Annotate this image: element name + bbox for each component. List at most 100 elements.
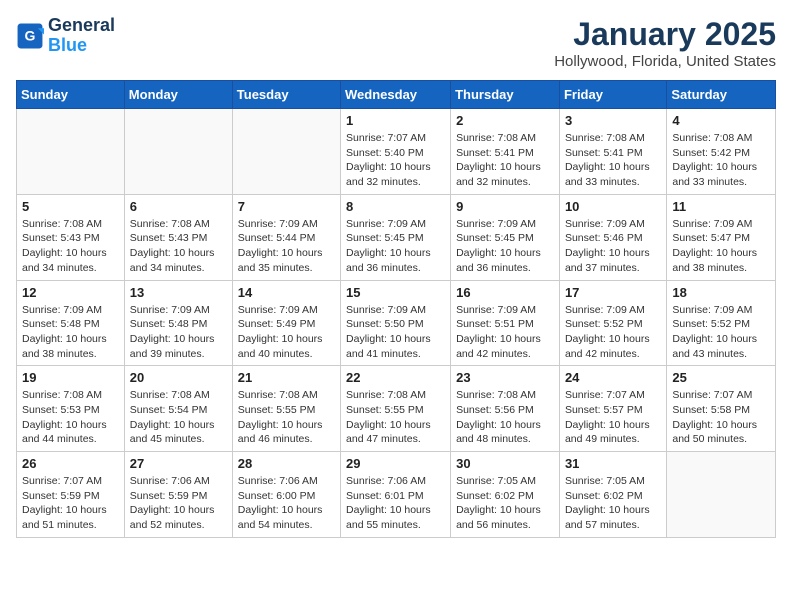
page-header: G General Blue January 2025 Hollywood, F… xyxy=(16,16,776,70)
title-section: January 2025 Hollywood, Florida, United … xyxy=(554,16,776,70)
calendar-cell: 23 Sunrise: 7:08 AMSunset: 5:56 PMDayligh… xyxy=(451,366,560,452)
column-header-monday: Monday xyxy=(124,81,232,109)
calendar-table: SundayMondayTuesdayWednesdayThursdayFrid… xyxy=(16,80,776,538)
column-header-saturday: Saturday xyxy=(667,81,776,109)
day-number: 14 xyxy=(238,285,335,300)
column-header-sunday: Sunday xyxy=(17,81,125,109)
calendar-week-row: 12 Sunrise: 7:09 AMSunset: 5:48 PMDayligh… xyxy=(17,280,776,366)
day-info: Sunrise: 7:08 AMSunset: 5:55 PMDaylight:… xyxy=(238,388,335,447)
calendar-cell: 5 Sunrise: 7:08 AMSunset: 5:43 PMDaylight… xyxy=(17,194,125,280)
day-number: 27 xyxy=(130,456,227,471)
logo-text: General Blue xyxy=(48,16,115,56)
calendar-cell: 25 Sunrise: 7:07 AMSunset: 5:58 PMDayligh… xyxy=(667,366,776,452)
calendar-week-row: 5 Sunrise: 7:08 AMSunset: 5:43 PMDaylight… xyxy=(17,194,776,280)
calendar-cell: 9 Sunrise: 7:09 AMSunset: 5:45 PMDaylight… xyxy=(451,194,560,280)
day-info: Sunrise: 7:09 AMSunset: 5:52 PMDaylight:… xyxy=(565,303,661,362)
day-info: Sunrise: 7:09 AMSunset: 5:45 PMDaylight:… xyxy=(456,217,554,276)
logo-icon: G xyxy=(16,22,44,50)
day-info: Sunrise: 7:09 AMSunset: 5:51 PMDaylight:… xyxy=(456,303,554,362)
calendar-cell: 18 Sunrise: 7:09 AMSunset: 5:52 PMDayligh… xyxy=(667,280,776,366)
day-number: 18 xyxy=(672,285,770,300)
calendar-cell: 11Sunrise: 7:09 AMSunset: 5:47 PMDayligh… xyxy=(667,194,776,280)
day-info: Sunrise: 7:07 AMSunset: 5:59 PMDaylight:… xyxy=(22,474,119,533)
day-number: 1 xyxy=(346,113,445,128)
day-info: Sunrise: 7:08 AMSunset: 5:54 PMDaylight:… xyxy=(130,388,227,447)
day-info: Sunrise: 7:09 AMSunset: 5:46 PMDaylight:… xyxy=(565,217,661,276)
calendar-cell: 20 Sunrise: 7:08 AMSunset: 5:54 PMDayligh… xyxy=(124,366,232,452)
calendar-week-row: 26 Sunrise: 7:07 AMSunset: 5:59 PMDayligh… xyxy=(17,452,776,538)
column-header-thursday: Thursday xyxy=(451,81,560,109)
day-info: Sunrise: 7:06 AMSunset: 5:59 PMDaylight:… xyxy=(130,474,227,533)
day-info: Sunrise: 7:06 AMSunset: 6:00 PMDaylight:… xyxy=(238,474,335,533)
calendar-cell: 2Sunrise: 7:08 AMSunset: 5:41 PMDaylight… xyxy=(451,109,560,195)
day-number: 21 xyxy=(238,370,335,385)
calendar-cell: 19 Sunrise: 7:08 AMSunset: 5:53 PMDayligh… xyxy=(17,366,125,452)
calendar-week-row: 19 Sunrise: 7:08 AMSunset: 5:53 PMDayligh… xyxy=(17,366,776,452)
day-info: Sunrise: 7:07 AMSunset: 5:57 PMDaylight:… xyxy=(565,388,661,447)
day-number: 12 xyxy=(22,285,119,300)
day-info: Sunrise: 7:08 AMSunset: 5:43 PMDaylight:… xyxy=(22,217,119,276)
day-info: Sunrise: 7:08 AMSunset: 5:56 PMDaylight:… xyxy=(456,388,554,447)
day-number: 25 xyxy=(672,370,770,385)
day-info: Sunrise: 7:05 AMSunset: 6:02 PMDaylight:… xyxy=(456,474,554,533)
calendar-cell: 1 Sunrise: 7:07 AMSunset: 5:40 PMDaylight… xyxy=(341,109,451,195)
day-info: Sunrise: 7:07 AMSunset: 5:40 PMDaylight:… xyxy=(346,131,445,190)
calendar-cell: 7Sunrise: 7:09 AMSunset: 5:44 PMDaylight… xyxy=(232,194,340,280)
calendar-cell: 8 Sunrise: 7:09 AMSunset: 5:45 PMDaylight… xyxy=(341,194,451,280)
day-number: 3 xyxy=(565,113,661,128)
day-number: 5 xyxy=(22,199,119,214)
calendar-cell: 6 Sunrise: 7:08 AMSunset: 5:43 PMDaylight… xyxy=(124,194,232,280)
day-info: Sunrise: 7:05 AMSunset: 6:02 PMDaylight:… xyxy=(565,474,661,533)
day-number: 23 xyxy=(456,370,554,385)
day-number: 30 xyxy=(456,456,554,471)
logo: G General Blue xyxy=(16,16,115,56)
day-info: Sunrise: 7:08 AMSunset: 5:53 PMDaylight:… xyxy=(22,388,119,447)
column-header-wednesday: Wednesday xyxy=(341,81,451,109)
day-info: Sunrise: 7:09 AMSunset: 5:48 PMDaylight:… xyxy=(130,303,227,362)
day-number: 2 xyxy=(456,113,554,128)
day-number: 17 xyxy=(565,285,661,300)
day-number: 20 xyxy=(130,370,227,385)
day-number: 16 xyxy=(456,285,554,300)
day-number: 8 xyxy=(346,199,445,214)
day-number: 6 xyxy=(130,199,227,214)
calendar-cell xyxy=(17,109,125,195)
calendar-header-row: SundayMondayTuesdayWednesdayThursdayFrid… xyxy=(17,81,776,109)
day-number: 9 xyxy=(456,199,554,214)
day-number: 22 xyxy=(346,370,445,385)
calendar-cell xyxy=(124,109,232,195)
calendar-week-row: 1 Sunrise: 7:07 AMSunset: 5:40 PMDaylight… xyxy=(17,109,776,195)
calendar-cell: 27 Sunrise: 7:06 AMSunset: 5:59 PMDayligh… xyxy=(124,452,232,538)
day-number: 13 xyxy=(130,285,227,300)
calendar-cell: 22 Sunrise: 7:08 AMSunset: 5:55 PMDayligh… xyxy=(341,366,451,452)
calendar-cell xyxy=(667,452,776,538)
day-info: Sunrise: 7:09 AMSunset: 5:48 PMDaylight:… xyxy=(22,303,119,362)
day-number: 4 xyxy=(672,113,770,128)
day-info: Sunrise: 7:08 AMSunset: 5:42 PMDaylight:… xyxy=(672,131,770,190)
calendar-cell: 12 Sunrise: 7:09 AMSunset: 5:48 PMDayligh… xyxy=(17,280,125,366)
calendar-cell: 4 Sunrise: 7:08 AMSunset: 5:42 PMDaylight… xyxy=(667,109,776,195)
calendar-cell: 24Sunrise: 7:07 AMSunset: 5:57 PMDayligh… xyxy=(559,366,666,452)
day-number: 11 xyxy=(672,199,770,214)
day-number: 31 xyxy=(565,456,661,471)
day-number: 10 xyxy=(565,199,661,214)
column-header-tuesday: Tuesday xyxy=(232,81,340,109)
day-info: Sunrise: 7:09 AMSunset: 5:44 PMDaylight:… xyxy=(238,217,335,276)
calendar-cell: 3Sunrise: 7:08 AMSunset: 5:41 PMDaylight… xyxy=(559,109,666,195)
day-info: Sunrise: 7:08 AMSunset: 5:55 PMDaylight:… xyxy=(346,388,445,447)
day-info: Sunrise: 7:09 AMSunset: 5:49 PMDaylight:… xyxy=(238,303,335,362)
day-info: Sunrise: 7:09 AMSunset: 5:45 PMDaylight:… xyxy=(346,217,445,276)
day-number: 28 xyxy=(238,456,335,471)
day-info: Sunrise: 7:08 AMSunset: 5:43 PMDaylight:… xyxy=(130,217,227,276)
day-info: Sunrise: 7:09 AMSunset: 5:52 PMDaylight:… xyxy=(672,303,770,362)
calendar-cell: 30 Sunrise: 7:05 AMSunset: 6:02 PMDayligh… xyxy=(451,452,560,538)
day-info: Sunrise: 7:07 AMSunset: 5:58 PMDaylight:… xyxy=(672,388,770,447)
day-info: Sunrise: 7:06 AMSunset: 6:01 PMDaylight:… xyxy=(346,474,445,533)
calendar-cell: 10 Sunrise: 7:09 AMSunset: 5:46 PMDayligh… xyxy=(559,194,666,280)
day-number: 19 xyxy=(22,370,119,385)
day-number: 29 xyxy=(346,456,445,471)
calendar-cell: 17 Sunrise: 7:09 AMSunset: 5:52 PMDayligh… xyxy=(559,280,666,366)
day-number: 26 xyxy=(22,456,119,471)
page-subtitle: Hollywood, Florida, United States xyxy=(554,53,776,70)
svg-text:G: G xyxy=(25,27,36,43)
